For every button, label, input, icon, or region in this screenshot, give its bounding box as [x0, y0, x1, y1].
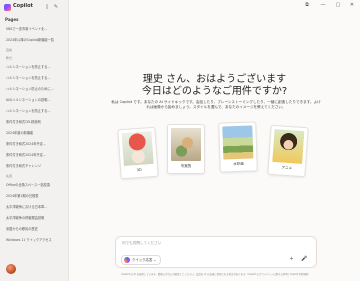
fox-image — [171, 128, 201, 161]
sidebar-conversation-item[interactable]: 2024年以降のCopilot新機能一覧 — [0, 35, 68, 46]
sidebar-conversation-item[interactable]: ハルシネーションを防止する... — [0, 73, 68, 84]
sidebar-toggle-icon[interactable]: ▯ — [44, 4, 50, 10]
style-card-label: 写実的 — [180, 164, 192, 168]
copilot-window: Copilot ▯ ✎ Pages SNSで一言市政イベントを... 2024年以… — [0, 0, 360, 281]
add-attachment-icon[interactable]: + — [288, 256, 295, 262]
chat-input-placeholder[interactable]: 何でも質問してください — [122, 241, 161, 246]
style-card-realistic[interactable]: 写実的 — [167, 124, 205, 174]
sidebar-conversation-item[interactable]: 2024年度の新機能 — [0, 128, 68, 139]
sidebar-conversation-item[interactable]: 条件付き和式2024年予定... — [0, 150, 68, 161]
main-area: ⧉ — ▢ ✕ 理史 さん、おはようございます 今日はどのようなご用件ですか? … — [69, 0, 360, 281]
sidebar-conversation-item[interactable]: 条件付き和式CEL検索例 — [0, 117, 68, 128]
sidebar-conversation-item[interactable]: 米国からの移民の歴史 — [0, 224, 68, 235]
user-avatar[interactable] — [6, 264, 16, 274]
chevron-down-icon: ⌄ — [153, 258, 157, 262]
landscape-image — [222, 125, 254, 160]
style-cards: 3D 写実的 水彩画 アニメ — [117, 121, 309, 180]
new-chat-icon[interactable]: ✎ — [53, 4, 59, 10]
sidebar-section-label: 直前 — [6, 48, 13, 52]
ai-disclaimer: Copilot は AI を使用しています。間違いがないか確認してください。会話… — [121, 273, 309, 276]
sidebar-conversation-item[interactable]: 太平洋戦争の終戦理由説明 — [0, 213, 68, 224]
maximize-button[interactable]: ▢ — [334, 2, 342, 8]
minimize-button[interactable]: — — [319, 2, 327, 8]
style-card-label: アニメ — [281, 165, 293, 171]
conversation-list: SNSで一言市政イベントを... 2024年以降のCopilot新機能一覧直前昨日… — [0, 24, 68, 246]
intro-description: 私は Copilot です。あなたの AI サイドキックです。会話したり、ブレー… — [111, 100, 321, 110]
chat-input-box[interactable]: 何でも質問してください クイック応答 ⌄ + 🎤 — [115, 236, 317, 268]
copilot-mode-icon — [124, 257, 130, 263]
style-card-3d[interactable]: 3D — [117, 126, 159, 180]
sidebar-conversation-item[interactable]: Windows 11 クイックアクセス — [0, 235, 68, 246]
anime-girl-image — [272, 129, 305, 165]
sidebar-section-label: 昨日 — [6, 56, 13, 60]
sidebar-conversation-item[interactable]: 太平洋戦争における日本軍... — [0, 202, 68, 213]
sidebar-section-label: 先週 — [6, 174, 13, 178]
style-card-anime[interactable]: アニメ — [267, 124, 309, 178]
copilot-logo-icon — [4, 4, 11, 11]
response-mode-selector[interactable]: クイック応答 ⌄ — [121, 255, 162, 265]
sidebar-conversation-item[interactable]: 条件付き和式2024年予定... — [0, 139, 68, 150]
greeting-subtitle: 今日はどのようなご用件ですか? — [141, 86, 288, 97]
sidebar-conversation-item[interactable]: ハルシネーションを防止する... — [0, 62, 68, 73]
close-button[interactable]: ✕ — [348, 2, 356, 8]
sidebar: Copilot ▯ ✎ Pages SNSで一言市政イベントを... 2024年以… — [0, 0, 69, 281]
share-icon[interactable]: ⧉ — [303, 2, 311, 8]
style-card-label: 3D — [136, 167, 142, 173]
pages-heading: Pages — [5, 17, 19, 22]
sidebar-conversation-item[interactable]: 2024年第1期の日程表 — [0, 191, 68, 202]
sidebar-conversation-item[interactable]: Officeの全角スペース一括変換 — [0, 180, 68, 191]
mushroom-image — [121, 131, 154, 167]
sidebar-conversation-item[interactable]: 条件付き和式チャレンジ — [0, 161, 68, 172]
style-card-label: 水彩画 — [233, 161, 244, 167]
title-bar: Copilot ▯ ✎ — [0, 0, 68, 14]
sidebar-conversation-item[interactable]: ハルシネーションを防止する... — [0, 106, 68, 117]
sidebar-conversation-item[interactable]: AIのハルシネーションの説明... — [0, 95, 68, 106]
sidebar-conversation-item[interactable]: ハルシネーション防止のために... — [0, 84, 68, 95]
microphone-icon[interactable]: 🎤 — [301, 256, 308, 262]
sidebar-conversation-item[interactable]: SNSで一言市政イベントを... — [0, 24, 68, 35]
style-card-watercolor[interactable]: 水彩画 — [218, 121, 258, 173]
response-mode-label: クイック応答 — [132, 258, 153, 262]
app-name: Copilot — [13, 3, 33, 9]
